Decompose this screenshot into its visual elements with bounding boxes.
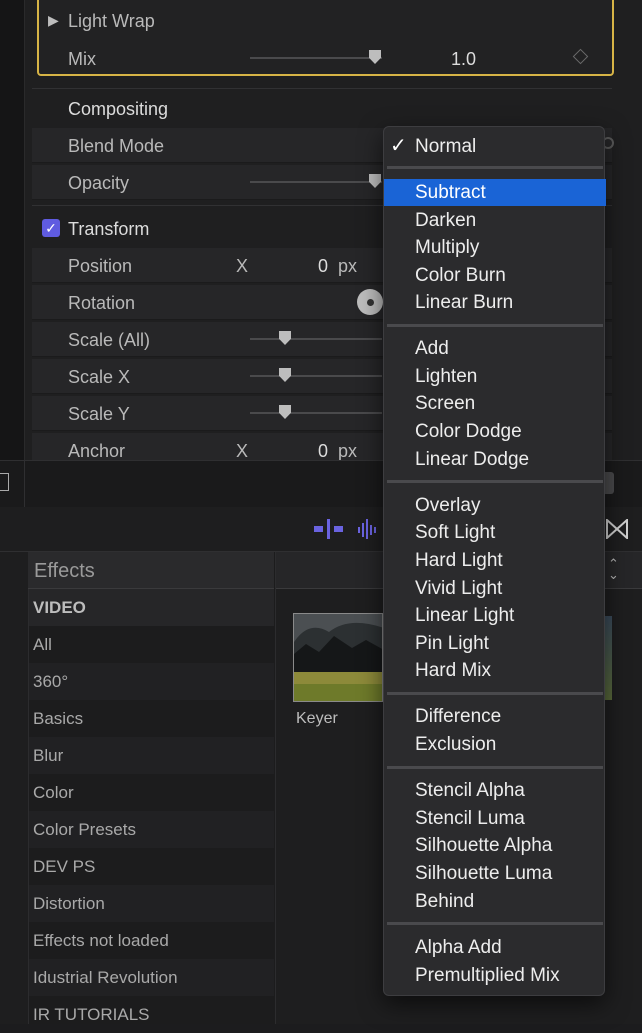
mix-label: Mix	[68, 49, 96, 69]
anchor-x-value[interactable]: 0	[318, 441, 328, 462]
keyer-preview-image	[294, 614, 382, 701]
transform-title: Transform	[68, 219, 150, 239]
menu-item-stencil-luma[interactable]: Stencil Luma	[384, 805, 606, 832]
menu-item-linear-light[interactable]: Linear Light	[384, 602, 606, 629]
light-wrap-label: Light Wrap	[68, 11, 155, 31]
effects-header-label: Effects	[34, 560, 95, 582]
mix-value[interactable]: 1.0	[451, 49, 476, 70]
menu-item-stencil-alpha[interactable]: Stencil Alpha	[384, 777, 606, 804]
menu-item-behind[interactable]: Behind	[384, 888, 606, 915]
category-idustrial-revolution[interactable]: Idustrial Revolution	[29, 959, 274, 996]
transitions-browser-icon[interactable]	[606, 519, 628, 539]
category-360[interactable]: 360°	[29, 663, 274, 700]
menu-item-screen[interactable]: Screen	[384, 390, 606, 417]
menu-item-linear-burn[interactable]: Linear Burn	[384, 289, 606, 316]
category-all[interactable]: All	[29, 626, 274, 663]
menu-item-multiply[interactable]: Multiply	[384, 234, 606, 261]
scale-y-slider[interactable]	[250, 412, 382, 414]
anchor-axis-label: X	[236, 441, 249, 461]
anchor-unit: px	[338, 441, 358, 461]
effects-header: Effects	[28, 552, 274, 589]
audio-skimming-icon[interactable]	[314, 517, 344, 541]
opacity-label: Opacity	[68, 173, 130, 193]
menu-item-exclusion[interactable]: Exclusion	[384, 731, 606, 758]
divider	[32, 88, 612, 89]
scale-all-slider[interactable]	[250, 338, 382, 340]
menu-item-premultiplied-mix[interactable]: Premultiplied Mix	[384, 962, 606, 989]
menu-item-linear-dodge[interactable]: Linear Dodge	[384, 446, 606, 473]
menu-item-color-dodge[interactable]: Color Dodge	[384, 418, 606, 445]
rotation-label: Rotation	[68, 293, 136, 313]
menu-item-pin-light[interactable]: Pin Light	[384, 630, 606, 657]
menu-item-label: Normal	[415, 136, 477, 157]
menu-item-color-burn[interactable]: Color Burn	[384, 262, 606, 289]
keyer-label: Keyer	[296, 710, 338, 727]
menu-separator	[387, 692, 603, 695]
position-unit: px	[338, 256, 358, 276]
category-dev-ps[interactable]: DEV PS	[29, 848, 274, 885]
menu-separator	[387, 324, 603, 327]
menu-item-alpha-add[interactable]: Alpha Add	[384, 934, 606, 961]
expand-icon[interactable]	[0, 473, 9, 491]
menu-item-normal[interactable]: ✓ Normal	[384, 133, 606, 160]
blend-mode-menu: ✓ Normal Subtract Darken Multiply Color …	[383, 126, 606, 996]
mix-slider[interactable]	[250, 57, 382, 59]
category-distortion[interactable]: Distortion	[29, 885, 274, 922]
sort-stepper-icon[interactable]: ⌃ ⌄	[608, 557, 619, 581]
category-color-presets[interactable]: Color Presets	[29, 811, 274, 848]
category-video[interactable]: VIDEO	[29, 589, 274, 626]
compositing-title: Compositing	[68, 99, 169, 119]
category-effects-not-loaded[interactable]: Effects not loaded	[29, 922, 274, 959]
opacity-slider[interactable]	[250, 181, 382, 183]
menu-item-lighten[interactable]: Lighten	[384, 363, 606, 390]
position-axis-label: X	[236, 256, 249, 276]
checkmark-icon: ✓	[390, 135, 407, 157]
blend-mode-label: Blend Mode	[68, 136, 165, 156]
menu-separator	[387, 166, 603, 169]
category-blur[interactable]: Blur	[29, 737, 274, 774]
menu-item-subtract[interactable]: Subtract	[384, 179, 606, 206]
category-color[interactable]: Color	[29, 774, 274, 811]
scale-x-slider[interactable]	[250, 375, 382, 377]
anchor-label: Anchor	[68, 441, 126, 461]
menu-item-soft-light[interactable]: Soft Light	[384, 519, 606, 546]
menu-item-overlay[interactable]: Overlay	[384, 492, 606, 519]
scale-y-label: Scale Y	[68, 404, 130, 424]
position-x-value[interactable]: 0	[318, 256, 328, 277]
position-label: Position	[68, 256, 133, 276]
disclosure-triangle-icon[interactable]: ▶	[48, 12, 59, 29]
menu-separator	[387, 480, 603, 483]
category-ir-tutorials[interactable]: IR TUTORIALS	[29, 996, 274, 1024]
waveform-icon[interactable]	[356, 515, 382, 543]
menu-item-difference[interactable]: Difference	[384, 703, 606, 730]
menu-item-hard-light[interactable]: Hard Light	[384, 547, 606, 574]
menu-item-hard-mix[interactable]: Hard Mix	[384, 657, 606, 684]
category-basics[interactable]: Basics	[29, 700, 274, 737]
menu-item-vivid-light[interactable]: Vivid Light	[384, 575, 606, 602]
menu-separator	[387, 766, 603, 769]
scale-x-label: Scale X	[68, 367, 131, 387]
menu-item-silhouette-alpha[interactable]: Silhouette Alpha	[384, 832, 606, 859]
scale-all-label: Scale (All)	[68, 330, 151, 350]
menu-separator	[387, 922, 603, 925]
rotation-dial[interactable]	[357, 289, 383, 315]
menu-item-add[interactable]: Add	[384, 335, 606, 362]
divider	[24, 461, 25, 507]
menu-item-silhouette-luma[interactable]: Silhouette Luma	[384, 860, 606, 887]
left-strip	[0, 0, 25, 460]
transform-checkbox[interactable]: ✓	[42, 219, 60, 237]
menu-item-darken[interactable]: Darken	[384, 207, 606, 234]
keyer-thumbnail[interactable]	[293, 613, 383, 702]
